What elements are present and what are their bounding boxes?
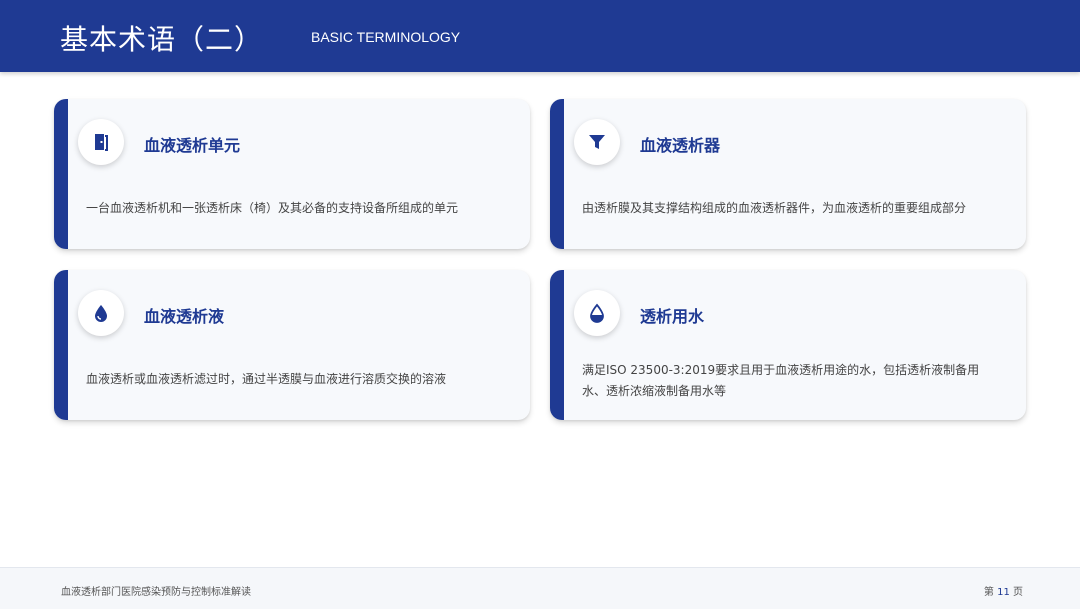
card-description: 一台血液透析机和一张透析床（椅）及其必备的支持设备所组成的单元 [86,201,459,215]
page-subtitle: BASIC TERMINOLOGY [311,29,461,45]
term-card-dialysate: 血液透析液 血液透析或血液透析滤过时，通过半透膜与血液进行溶质交换的溶液 [54,270,530,420]
card-description: 由透析膜及其支撑结构组成的血液透析器件，为血液透析的重要组成部分 [582,201,967,215]
card-icon-circle [574,119,620,165]
door-icon [95,134,108,151]
card-description: 血液透析或血液透析滤过时，通过半透膜与血液进行溶质交换的溶液 [86,372,447,386]
card-accent-bar [54,270,68,420]
card-icon-circle [78,119,124,165]
card-icon-circle [574,290,620,336]
filter-icon [589,135,605,149]
card-accent-bar [550,99,564,249]
drop-icon [95,305,107,322]
page-title: 基本术语（二） [60,23,264,56]
card-accent-bar [550,270,564,420]
card-title: 血液透析器 [640,136,721,155]
footer-document-title: 血液透析部门医院感染预防与控制标准解读 [61,587,251,598]
card-accent-bar [54,99,68,249]
header-bar: 基本术语（二） BASIC TERMINOLOGY [0,0,1080,72]
page-number: 11 [997,587,1010,598]
page-prefix: 第 [983,587,994,598]
card-title: 血液透析液 [144,307,225,326]
card-description: 满足ISO 23500-3:2019要求且用于血液透析用途的水，包括透析液制备用… [582,363,980,398]
card-title: 透析用水 [640,307,705,326]
card-title: 血液透析单元 [144,136,241,155]
page-number-label: 第 11 页 [984,583,1023,598]
term-card-hemodialysis-unit: 血液透析单元 一台血液透析机和一张透析床（椅）及其必备的支持设备所组成的单元 [54,99,530,249]
term-card-dialysis-water: 透析用水 满足ISO 23500-3:2019要求且用于血液透析用途的水，包括透… [550,270,1026,420]
footer-bar: 血液透析部门医院感染预防与控制标准解读 第 11 页 [0,567,1080,609]
page-suffix: 页 [1013,587,1023,598]
half-drop-icon [590,303,604,323]
term-card-dialyzer: 血液透析器 由透析膜及其支撑结构组成的血液透析器件，为血液透析的重要组成部分 [550,99,1026,249]
card-icon-circle [78,290,124,336]
